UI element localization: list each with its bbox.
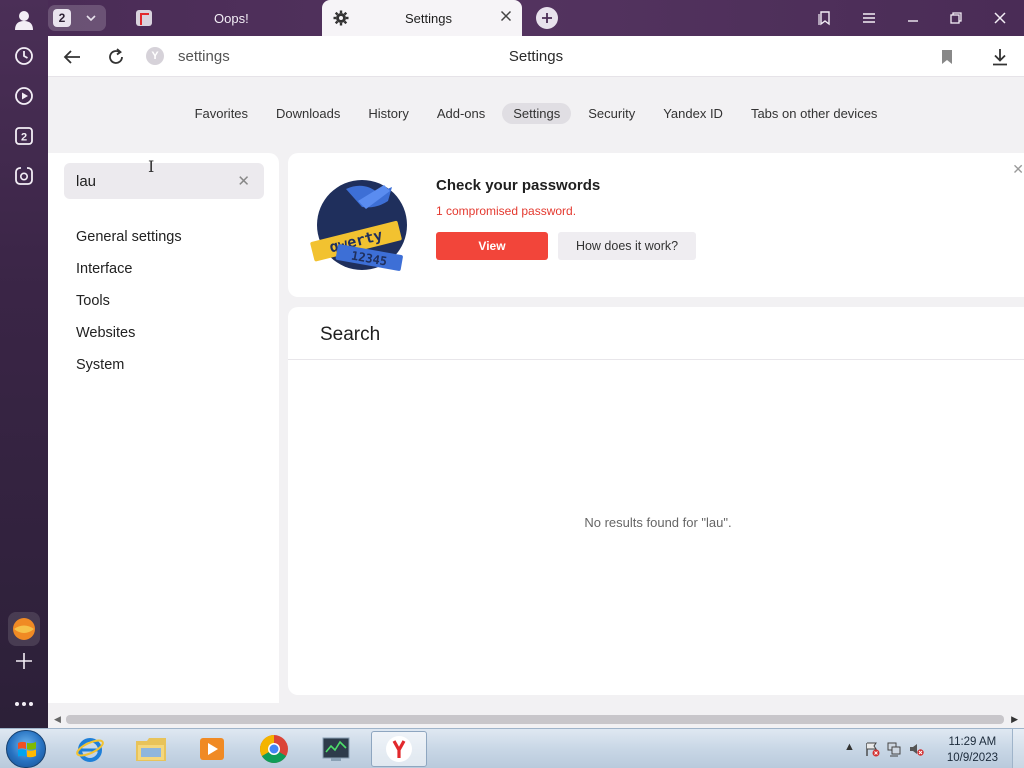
new-tab-button[interactable] [536,7,558,29]
nav-tab-security[interactable]: Security [577,103,646,124]
show-hidden-icons-icon[interactable]: ▲ [844,741,855,753]
chevron-down-icon [85,11,97,27]
reload-icon[interactable] [104,45,128,69]
settings-page: Favorites Downloads History Add-ons Sett… [48,77,1024,711]
tab-count-badge: 2 [53,9,71,27]
media-player-icon[interactable] [184,731,240,767]
yandex-site-icon[interactable]: Y [146,47,164,65]
more-icon[interactable] [10,690,38,718]
mouse-text-cursor-icon: I [148,157,155,176]
menu-hamburger-icon[interactable] [856,6,882,30]
windows-taskbar: ▲ 11:29 AM 10/9/2023 [0,728,1024,768]
menu-item-interface[interactable]: Interface [76,253,182,285]
divider [288,359,1024,360]
nav-tab-favorites[interactable]: Favorites [184,103,259,124]
yandex-favicon-icon [136,10,152,26]
password-card-warning: 1 compromised password. [436,204,577,218]
tabs-count-icon[interactable]: 2 [10,122,38,150]
screenshot-icon[interactable] [10,162,38,190]
svg-text:2: 2 [21,132,27,144]
password-check-card: qwerty 12345 Check your passwords 1 comp… [288,153,1024,297]
clock-time: 11:29 AM [948,736,997,748]
search-results-card: Search No results found for "lau". [288,307,1024,695]
scroll-left-icon[interactable]: ◀ [54,714,61,725]
nav-tab-addons[interactable]: Add-ons [426,103,496,124]
search-results-title: Search [320,324,381,345]
tab-oops[interactable]: Oops! [128,0,318,36]
close-tab-icon[interactable] [500,10,512,25]
horizontal-scrollbar[interactable]: ◀ ▶ [48,711,1024,728]
no-results-message: No results found for "lau". [584,515,732,530]
gear-icon [333,10,349,26]
minimize-icon[interactable] [900,6,926,30]
yandex-browser-taskbar-icon[interactable] [371,731,427,767]
task-manager-icon[interactable] [308,731,364,767]
clock-date: 10/9/2023 [946,752,998,764]
system-tray: ▲ 11:29 AM 10/9/2023 [834,729,1024,768]
menu-item-general[interactable]: General settings [76,221,182,253]
media-play-icon[interactable] [10,82,38,110]
nav-tab-settings[interactable]: Settings [502,103,572,124]
password-card-title: Check your passwords [436,177,601,194]
password-illustration: qwerty 12345 [310,180,407,271]
menu-item-system[interactable]: System [76,349,182,381]
weather-widget-icon[interactable] [8,612,40,646]
menu-item-tools[interactable]: Tools [76,285,182,317]
profile-icon[interactable] [10,6,38,34]
tab-label: Oops! [214,10,249,26]
chrome-icon[interactable] [246,731,302,767]
menu-item-websites[interactable]: Websites [76,317,182,349]
file-explorer-icon[interactable] [123,731,179,767]
internet-explorer-icon[interactable] [62,731,118,767]
network-icon[interactable] [886,741,902,760]
volume-muted-icon[interactable] [908,741,924,760]
tab-settings[interactable]: Settings [322,0,522,36]
show-desktop-button[interactable] [1012,729,1024,768]
settings-search-box: ✕ [64,163,264,199]
settings-sidebar: ✕ I General settings Interface Tools Web… [48,153,279,703]
tab-group-button[interactable]: 2 [48,5,106,31]
tab-strip: 2 Oops! Settings [48,0,1024,36]
nav-tab-history[interactable]: History [357,103,419,124]
tab-label: Settings [405,10,452,26]
bookmark-icon[interactable] [935,45,959,69]
url-text[interactable]: settings [178,48,230,65]
add-widget-icon[interactable] [10,647,38,675]
settings-nav: Favorites Downloads History Add-ons Sett… [48,103,1024,124]
browser-sidepanel: 2 [0,0,48,728]
nav-tab-other-devices[interactable]: Tabs on other devices [740,103,888,124]
downloads-icon[interactable] [988,45,1012,69]
action-center-flag-icon[interactable] [864,741,880,760]
back-arrow-icon[interactable] [60,45,84,69]
clear-search-icon[interactable]: ✕ [237,172,250,190]
close-card-icon[interactable]: ✕ [1012,161,1024,178]
restore-icon[interactable] [943,6,969,30]
nav-tab-yandex-id[interactable]: Yandex ID [652,103,734,124]
address-bar: Y settings Settings [48,36,1024,77]
history-icon[interactable] [10,42,38,70]
view-passwords-button[interactable]: View [436,232,548,260]
bookmarks-collection-icon[interactable] [812,6,838,30]
scroll-right-icon[interactable]: ▶ [1011,714,1018,725]
how-does-it-work-button[interactable]: How does it work? [558,232,696,260]
windows-logo-icon [18,741,36,758]
settings-menu: General settings Interface Tools Website… [76,221,182,381]
scrollbar-thumb[interactable] [66,715,1004,724]
nav-tab-downloads[interactable]: Downloads [265,103,351,124]
close-window-icon[interactable] [987,6,1013,30]
taskbar-clock[interactable]: 11:29 AM 10/9/2023 [947,734,998,766]
start-button[interactable] [6,730,46,768]
